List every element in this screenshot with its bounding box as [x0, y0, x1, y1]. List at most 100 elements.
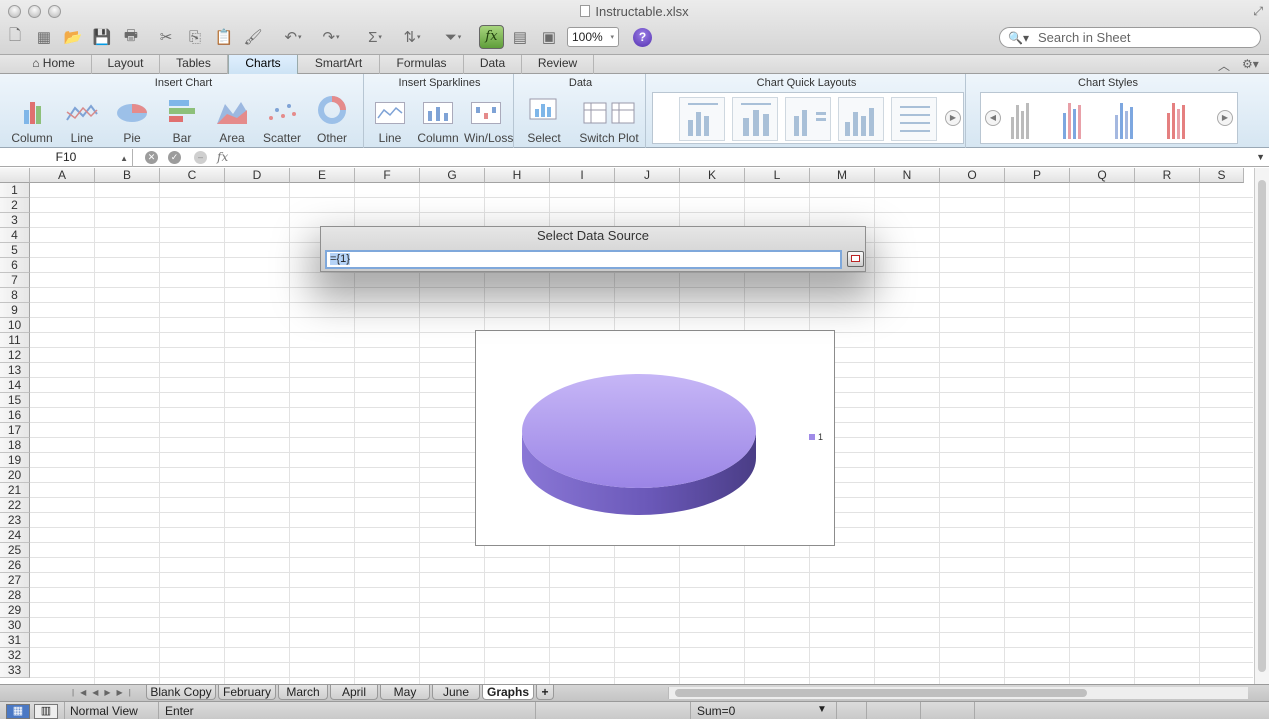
column-header-l[interactable]: L [745, 168, 810, 183]
column-header-k[interactable]: K [680, 168, 745, 183]
column-header-o[interactable]: O [940, 168, 1005, 183]
row-header-16[interactable]: 16 [0, 408, 30, 423]
horizontal-scroll-thumb[interactable] [675, 689, 1087, 697]
chart-style-swatch[interactable] [1115, 99, 1133, 139]
row-header-18[interactable]: 18 [0, 438, 30, 453]
sparkline-line-button[interactable]: Line [368, 94, 412, 145]
row-header-19[interactable]: 19 [0, 453, 30, 468]
quick-layout-thumbnail[interactable] [785, 97, 831, 141]
template-gallery-icon[interactable]: ▦ [33, 26, 55, 48]
collapse-ribbon-icon[interactable]: ︿ [1218, 57, 1230, 74]
row-header-11[interactable]: 11 [0, 333, 30, 348]
quick-layout-thumbnail[interactable] [732, 97, 778, 141]
add-sheet-button[interactable]: + [536, 685, 554, 700]
row-header-2[interactable]: 2 [0, 198, 30, 213]
line-chart-button[interactable]: Line [60, 94, 104, 145]
column-header-c[interactable]: C [160, 168, 225, 183]
row-header-32[interactable]: 32 [0, 648, 30, 663]
fullscreen-icon[interactable]: ⤢ [1253, 4, 1263, 19]
column-header-p[interactable]: P [1005, 168, 1070, 183]
sheet-tab-june[interactable]: June [432, 685, 480, 700]
quick-layouts-next-icon[interactable]: ▶ [945, 110, 961, 126]
copy-icon[interactable]: ⎘ [184, 26, 206, 48]
column-header-f[interactable]: F [355, 168, 420, 183]
column-header-a[interactable]: A [30, 168, 95, 183]
sheet-tab-february[interactable]: February [218, 685, 276, 700]
paste-icon[interactable]: 📋 [213, 26, 235, 48]
save-icon[interactable]: 💾 [91, 26, 113, 48]
column-header-h[interactable]: H [485, 168, 550, 183]
row-header-24[interactable]: 24 [0, 528, 30, 543]
media-browser-icon[interactable]: ▣ [538, 26, 560, 48]
select-data-button[interactable]: Select [522, 94, 566, 145]
sort-icon[interactable]: ⇅ ▾ [397, 26, 427, 48]
tab-review[interactable]: Review [522, 55, 594, 74]
help-button[interactable]: ? [633, 28, 652, 47]
switch-plot-button[interactable]: Switch Plot [578, 94, 640, 145]
row-header-10[interactable]: 10 [0, 318, 30, 333]
row-header-6[interactable]: 6 [0, 258, 30, 273]
row-header-8[interactable]: 8 [0, 288, 30, 303]
column-header-e[interactable]: E [290, 168, 355, 183]
row-header-12[interactable]: 12 [0, 348, 30, 363]
column-header-m[interactable]: M [810, 168, 875, 183]
row-header-9[interactable]: 9 [0, 303, 30, 318]
search-input[interactable] [1038, 30, 1238, 45]
sheet-nav-arrows-icon[interactable]: |◀◀▶▶| [72, 685, 137, 701]
row-header-5[interactable]: 5 [0, 243, 30, 258]
row-header-30[interactable]: 30 [0, 618, 30, 633]
tab-formulas[interactable]: Formulas [380, 55, 464, 74]
column-header-q[interactable]: Q [1070, 168, 1135, 183]
ribbon-settings-icon[interactable]: ⚙▾ [1242, 57, 1259, 71]
quick-layout-thumbnail[interactable] [891, 97, 937, 141]
row-header-26[interactable]: 26 [0, 558, 30, 573]
vertical-scrollbar[interactable] [1254, 168, 1269, 685]
row-header-27[interactable]: 27 [0, 573, 30, 588]
row-header-28[interactable]: 28 [0, 588, 30, 603]
confirm-formula-icon[interactable]: ✓ [168, 151, 181, 164]
column-header-d[interactable]: D [225, 168, 290, 183]
formula-builder-button[interactable]: fx [479, 25, 504, 49]
bar-chart-button[interactable]: Bar [160, 94, 204, 145]
sum-dropdown-icon[interactable]: ▼ [817, 704, 827, 715]
column-header-i[interactable]: I [550, 168, 615, 183]
pie-slice[interactable] [522, 374, 756, 488]
cancel-formula-icon[interactable]: ✕ [145, 151, 158, 164]
redo-icon[interactable]: ↷ ▾ [316, 26, 346, 48]
chart-styles-prev-icon[interactable]: ◀ [985, 110, 1001, 126]
sparkline-column-button[interactable]: Column [416, 94, 460, 145]
chart-style-swatch[interactable] [1011, 99, 1029, 139]
other-chart-button[interactable]: Other [310, 94, 354, 145]
column-header-n[interactable]: N [875, 168, 940, 183]
row-header-17[interactable]: 17 [0, 423, 30, 438]
sum-display[interactable]: Sum=0 [697, 704, 735, 718]
tab-tables[interactable]: Tables [160, 55, 228, 74]
column-header-r[interactable]: R [1135, 168, 1200, 183]
row-header-15[interactable]: 15 [0, 393, 30, 408]
filter-icon[interactable]: ⏷ ▾ [438, 26, 468, 48]
column-header-j[interactable]: J [615, 168, 680, 183]
insert-function-icon[interactable]: – [194, 151, 207, 164]
vertical-scroll-thumb[interactable] [1258, 180, 1266, 672]
row-header-23[interactable]: 23 [0, 513, 30, 528]
scatter-chart-button[interactable]: Scatter [260, 94, 304, 145]
pie-chart-button[interactable]: Pie [110, 94, 154, 145]
chart-style-swatch[interactable] [1063, 99, 1081, 139]
format-painter-icon[interactable]: 🖌 [242, 26, 264, 48]
sparkline-winloss-button[interactable]: Win/Loss [464, 94, 513, 145]
sheet-tab-blank-copy[interactable]: Blank Copy [146, 685, 216, 700]
column-header-s[interactable]: S [1200, 168, 1244, 183]
select-all-corner[interactable] [0, 168, 30, 183]
area-chart-button[interactable]: Area [210, 94, 254, 145]
undo-icon[interactable]: ↶ ▾ [278, 26, 308, 48]
row-header-20[interactable]: 20 [0, 468, 30, 483]
chart-styles-next-icon[interactable]: ▶ [1217, 110, 1233, 126]
chart-style-swatch[interactable] [1167, 99, 1185, 139]
column-header-g[interactable]: G [420, 168, 485, 183]
print-icon[interactable]: 🖶 [120, 26, 142, 48]
new-document-icon[interactable]: 🗋 [4, 26, 26, 48]
quick-layout-thumbnail[interactable] [838, 97, 884, 141]
sheet-tab-march[interactable]: March [278, 685, 328, 700]
row-header-14[interactable]: 14 [0, 378, 30, 393]
normal-view-icon[interactable]: ▦ [6, 704, 30, 719]
